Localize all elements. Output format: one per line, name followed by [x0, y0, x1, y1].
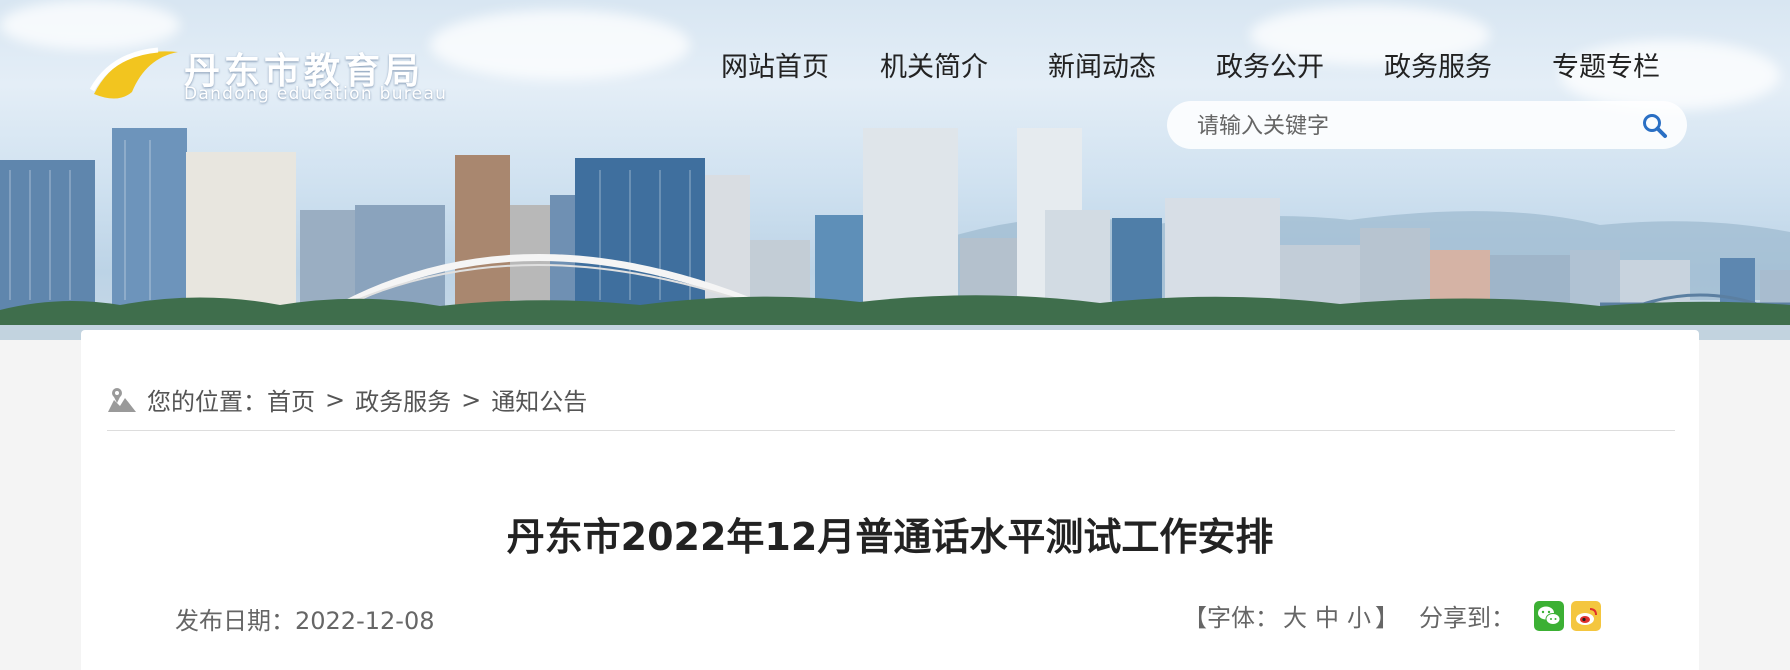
wechat-icon[interactable] — [1534, 600, 1564, 631]
font-size-large[interactable]: 大 — [1283, 598, 1307, 633]
publish-date: 发布日期：2022-12-08 — [175, 601, 434, 636]
breadcrumb-separator: > — [461, 385, 482, 414]
weibo-icon[interactable] — [1571, 600, 1601, 631]
breadcrumb: 您的位置： 首页 > 政务服务 > 通知公告 — [107, 382, 587, 417]
font-size-small[interactable]: 小 — [1347, 598, 1371, 633]
logo-mark-icon — [89, 47, 178, 99]
search-box — [1167, 101, 1687, 149]
nav-item-gov-service[interactable]: 政务服务 — [1354, 45, 1522, 84]
publish-date-value: 2022-12-08 — [295, 607, 435, 635]
nav-item-home[interactable]: 网站首页 — [700, 45, 850, 84]
nav-item-gov-open[interactable]: 政务公开 — [1186, 45, 1354, 84]
article-title: 丹东市2022年12月普通话水平测试工作安排 — [506, 515, 1274, 559]
nav-item-news[interactable]: 新闻动态 — [1018, 45, 1186, 84]
search-icon[interactable] — [1641, 112, 1669, 140]
nav-item-topics[interactable]: 专题专栏 — [1522, 45, 1690, 84]
logo[interactable]: 丹东市教育局 Dandong education bureau — [88, 42, 446, 108]
breadcrumb-home[interactable]: 首页 — [267, 382, 315, 417]
font-size-medium[interactable]: 中 — [1315, 598, 1339, 633]
content-card: 您的位置： 首页 > 政务服务 > 通知公告 丹东市2022年12月普通话水平测… — [81, 330, 1699, 670]
font-size-close: 】 — [1375, 604, 1399, 632]
breadcrumb-notices[interactable]: 通知公告 — [491, 382, 587, 417]
breadcrumb-prefix: 您的位置： — [147, 388, 267, 416]
publish-date-label: 发布日期： — [175, 607, 295, 635]
font-size-label: 【字体： — [1183, 604, 1279, 632]
breadcrumb-gov-service[interactable]: 政务服务 — [355, 382, 451, 417]
divider — [107, 430, 1675, 431]
share-label: 分享到： — [1419, 604, 1515, 632]
main-nav: 网站首页 机关简介 新闻动态 政务公开 政务服务 专题专栏 — [700, 45, 1690, 84]
header-banner: 丹东市教育局 Dandong education bureau 网站首页 机关简… — [0, 0, 1790, 340]
article-tools: 【字体： 大 中 小 】 分享到： — [1183, 598, 1601, 633]
map-pin-icon — [108, 387, 136, 412]
logo-subtitle: Dandong education bureau — [184, 84, 448, 104]
search-input[interactable] — [1195, 109, 1619, 143]
nav-item-about[interactable]: 机关简介 — [850, 45, 1018, 84]
breadcrumb-separator: > — [325, 385, 346, 414]
